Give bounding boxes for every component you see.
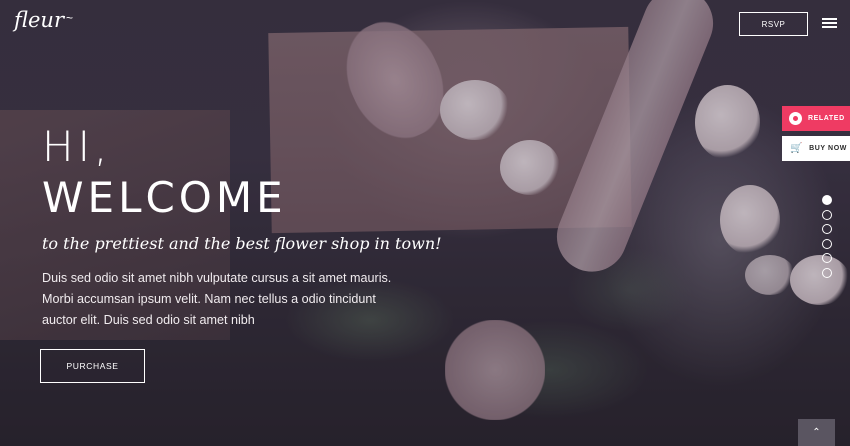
- hamburger-menu-icon[interactable]: [822, 18, 837, 28]
- slider-dot[interactable]: [822, 238, 832, 249]
- slider-pagination: [822, 195, 832, 283]
- body-line: auctor elit. Duis sed odio sit amet nibh: [42, 313, 255, 327]
- slider-dot[interactable]: [822, 253, 832, 264]
- cart-icon: 🛒: [790, 143, 804, 154]
- purchase-button[interactable]: PURCHASE: [40, 349, 145, 383]
- chevron-up-icon: ⌃: [812, 427, 821, 438]
- slider-dot[interactable]: [822, 195, 832, 205]
- hero-body-text: Duis sed odio sit amet nibh vulputate cu…: [42, 268, 422, 331]
- body-line: Duis sed odio sit amet nibh vulputate cu…: [42, 271, 392, 285]
- buy-now-button[interactable]: 🛒 BUY NOW: [782, 136, 850, 161]
- slider-dot[interactable]: [822, 267, 832, 278]
- related-button[interactable]: RELATED: [782, 106, 850, 131]
- slider-dot[interactable]: [822, 209, 832, 220]
- buy-now-label: BUY NOW: [809, 145, 847, 152]
- hero-subtitle: to the prettiest and the best flower sho…: [42, 234, 442, 253]
- logo-flourish-icon: ~: [66, 11, 74, 25]
- hero-heading-line1: HI,: [42, 122, 112, 171]
- hero-heading-line2: WELCOME: [42, 173, 287, 222]
- slider-dot[interactable]: [822, 224, 832, 235]
- rsvp-button[interactable]: RSVP: [739, 12, 808, 36]
- related-label: RELATED: [808, 115, 845, 122]
- scroll-top-button[interactable]: ⌃: [798, 419, 835, 446]
- logo[interactable]: fleur: [14, 8, 64, 32]
- record-icon: [789, 112, 802, 125]
- body-line: Morbi accumsan ipsum velit. Nam nec tell…: [42, 292, 376, 306]
